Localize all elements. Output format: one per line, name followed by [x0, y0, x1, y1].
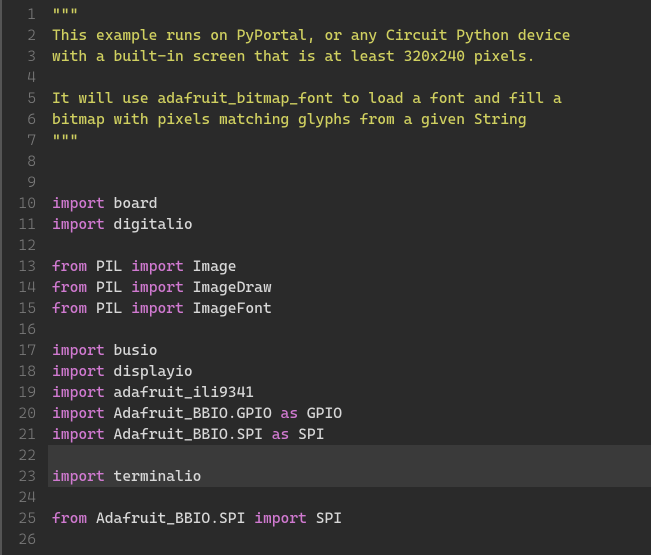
code-area[interactable]: """ This example runs on PyPortal, or any…: [46, 0, 651, 555]
code-line[interactable]: """: [48, 130, 651, 151]
identifier-token: adafruit_ili9341: [114, 383, 255, 401]
code-line[interactable]: This example runs on PyPortal, or any Ci…: [48, 25, 651, 46]
line-number: 23: [10, 466, 36, 487]
keyword-token: import: [52, 362, 114, 380]
code-line[interactable]: It will use adafruit_bitmap_font to load…: [48, 88, 651, 109]
line-number: 26: [10, 529, 36, 550]
identifier-token: SPI: [298, 425, 324, 443]
line-number: 19: [10, 382, 36, 403]
identifier-token: PIL: [96, 278, 122, 296]
identifier-token: Adafruit_BBIO.SPI: [96, 509, 245, 527]
keyword-token: import: [52, 341, 114, 359]
keyword-token: import: [52, 383, 114, 401]
string-token: It will use adafruit_bitmap_font to load…: [52, 89, 562, 107]
keyword-token: import: [52, 404, 114, 422]
code-line[interactable]: from PIL import ImageDraw: [48, 277, 651, 298]
identifier-token: ImageFont: [193, 299, 272, 317]
code-line[interactable]: from PIL import ImageFont: [48, 298, 651, 319]
line-number: 12: [10, 235, 36, 256]
keyword-token: from: [52, 257, 96, 275]
identifier-token: PIL: [96, 257, 122, 275]
identifier-token: PIL: [96, 299, 122, 317]
code-line[interactable]: bitmap with pixels matching glyphs from …: [48, 109, 651, 130]
line-number: 18: [10, 361, 36, 382]
identifier-token: terminalio: [114, 467, 202, 485]
code-line[interactable]: [48, 445, 651, 466]
keyword-token: import: [122, 257, 192, 275]
line-number: 6: [10, 109, 36, 130]
keyword-token: import: [122, 278, 192, 296]
identifier-token: SPI: [316, 509, 342, 527]
code-line[interactable]: import adafruit_ili9341: [48, 382, 651, 403]
line-number: 13: [10, 256, 36, 277]
line-number-gutter: 1234567891011121314151617181920212223242…: [2, 0, 46, 555]
line-number: 21: [10, 424, 36, 445]
identifier-token: busio: [114, 341, 158, 359]
code-line[interactable]: import Adafruit_BBIO.GPIO as GPIO: [48, 403, 651, 424]
line-number: 2: [10, 25, 36, 46]
code-line[interactable]: [48, 67, 651, 88]
line-number: 11: [10, 214, 36, 235]
line-number: 9: [10, 172, 36, 193]
line-number: 5: [10, 88, 36, 109]
line-number: 4: [10, 67, 36, 88]
identifier-token: Adafruit_BBIO.SPI: [114, 425, 263, 443]
identifier-token: displayio: [114, 362, 193, 380]
keyword-token: import: [52, 215, 114, 233]
line-number: 16: [10, 319, 36, 340]
code-line[interactable]: [48, 151, 651, 172]
line-number: 8: [10, 151, 36, 172]
string-token: """: [52, 131, 78, 149]
code-line[interactable]: import busio: [48, 340, 651, 361]
keyword-token: import: [52, 425, 114, 443]
line-number: 15: [10, 298, 36, 319]
identifier-token: board: [114, 194, 158, 212]
code-line[interactable]: import terminalio: [48, 466, 651, 487]
string-token: """: [52, 5, 78, 23]
code-line[interactable]: import Adafruit_BBIO.SPI as SPI: [48, 424, 651, 445]
keyword-token: from: [52, 278, 96, 296]
keyword-token: import: [122, 299, 192, 317]
identifier-token: ImageDraw: [193, 278, 272, 296]
line-number: 3: [10, 46, 36, 67]
keyword-token: from: [52, 509, 96, 527]
code-line[interactable]: [48, 172, 651, 193]
identifier-token: digitalio: [114, 215, 193, 233]
code-line[interactable]: [48, 319, 651, 340]
line-number: 24: [10, 487, 36, 508]
code-line[interactable]: import digitalio: [48, 214, 651, 235]
keyword-token: import: [52, 467, 114, 485]
code-line[interactable]: from Adafruit_BBIO.SPI import SPI: [48, 508, 651, 529]
identifier-token: Adafruit_BBIO.GPIO: [114, 404, 272, 422]
line-number: 1: [10, 4, 36, 25]
keyword-token: from: [52, 299, 96, 317]
line-number: 20: [10, 403, 36, 424]
string-token: bitmap with pixels matching glyphs from …: [52, 110, 527, 128]
line-number: 22: [10, 445, 36, 466]
line-number: 7: [10, 130, 36, 151]
identifier-token: GPIO: [307, 404, 342, 422]
code-line[interactable]: import board: [48, 193, 651, 214]
line-number: 17: [10, 340, 36, 361]
code-line[interactable]: """: [48, 4, 651, 25]
keyword-token: import: [52, 194, 114, 212]
code-line[interactable]: with a built-in screen that is at least …: [48, 46, 651, 67]
string-token: with a built-in screen that is at least …: [52, 47, 535, 65]
identifier-token: Image: [193, 257, 237, 275]
code-line[interactable]: [48, 487, 651, 508]
keyword-token: as: [263, 425, 298, 443]
code-line[interactable]: [48, 235, 651, 256]
code-line[interactable]: [48, 529, 651, 550]
keyword-token: import: [245, 509, 315, 527]
keyword-token: as: [272, 404, 307, 422]
line-number: 14: [10, 277, 36, 298]
code-line[interactable]: import displayio: [48, 361, 651, 382]
line-number: 25: [10, 508, 36, 529]
code-editor[interactable]: 1234567891011121314151617181920212223242…: [0, 0, 651, 555]
string-token: This example runs on PyPortal, or any Ci…: [52, 26, 571, 44]
code-line[interactable]: from PIL import Image: [48, 256, 651, 277]
line-number: 10: [10, 193, 36, 214]
